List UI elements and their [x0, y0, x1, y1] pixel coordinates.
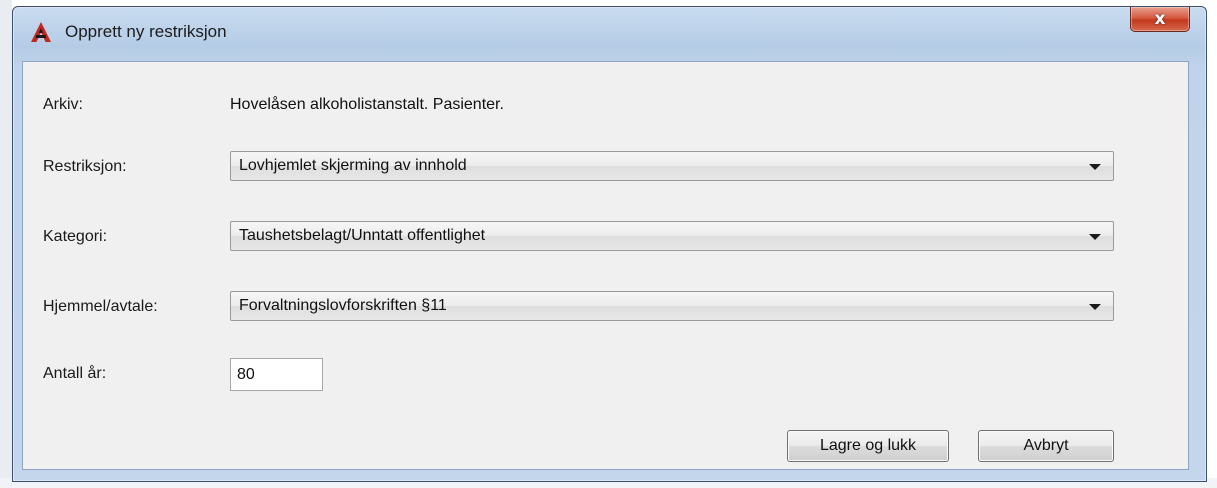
save-and-close-button[interactable]: Lagre og lukk — [787, 430, 949, 462]
window-title: Opprett ny restriksjon — [65, 22, 227, 41]
cancel-button[interactable]: Avbryt — [978, 430, 1114, 462]
antall-input[interactable] — [230, 358, 323, 391]
background-left — [0, 0, 12, 488]
hjemmel-selected: Forvaltningslovforskriften §11 — [239, 297, 447, 314]
arkiv-value: Hovelåsen alkoholistanstalt. Pasienter. — [230, 96, 504, 113]
kategori-select[interactable]: Taushetsbelagt/Unntatt offentlighet — [230, 221, 1114, 251]
arkiv-label: Arkiv: — [43, 96, 83, 113]
antall-label: Antall år: — [43, 365, 107, 382]
restriksjon-label: Restriksjon: — [43, 158, 127, 175]
hjemmel-label: Hjemmel/avtale: — [43, 298, 158, 315]
dialog-body: Arkiv: Hovelåsen alkoholistanstalt. Pasi… — [22, 61, 1189, 470]
hjemmel-select[interactable]: Forvaltningslovforskriften §11 — [230, 291, 1114, 321]
kategori-selected: Taushetsbelagt/Unntatt offentlighet — [239, 227, 486, 244]
app-logo-icon — [30, 21, 52, 43]
restriksjon-select[interactable]: Lovhjemlet skjerming av innhold — [230, 151, 1114, 181]
chevron-down-icon — [1089, 304, 1101, 310]
chevron-down-icon — [1089, 164, 1101, 170]
title-bar[interactable]: Opprett ny restriksjon x — [13, 7, 1206, 53]
close-button[interactable]: x — [1130, 7, 1190, 32]
chevron-down-icon — [1089, 234, 1101, 240]
close-icon: x — [1154, 9, 1166, 29]
dialog-window: Opprett ny restriksjon x Arkiv: Hovelåse… — [12, 6, 1207, 482]
kategori-label: Kategori: — [43, 228, 108, 245]
restriksjon-selected: Lovhjemlet skjerming av innhold — [239, 157, 467, 174]
